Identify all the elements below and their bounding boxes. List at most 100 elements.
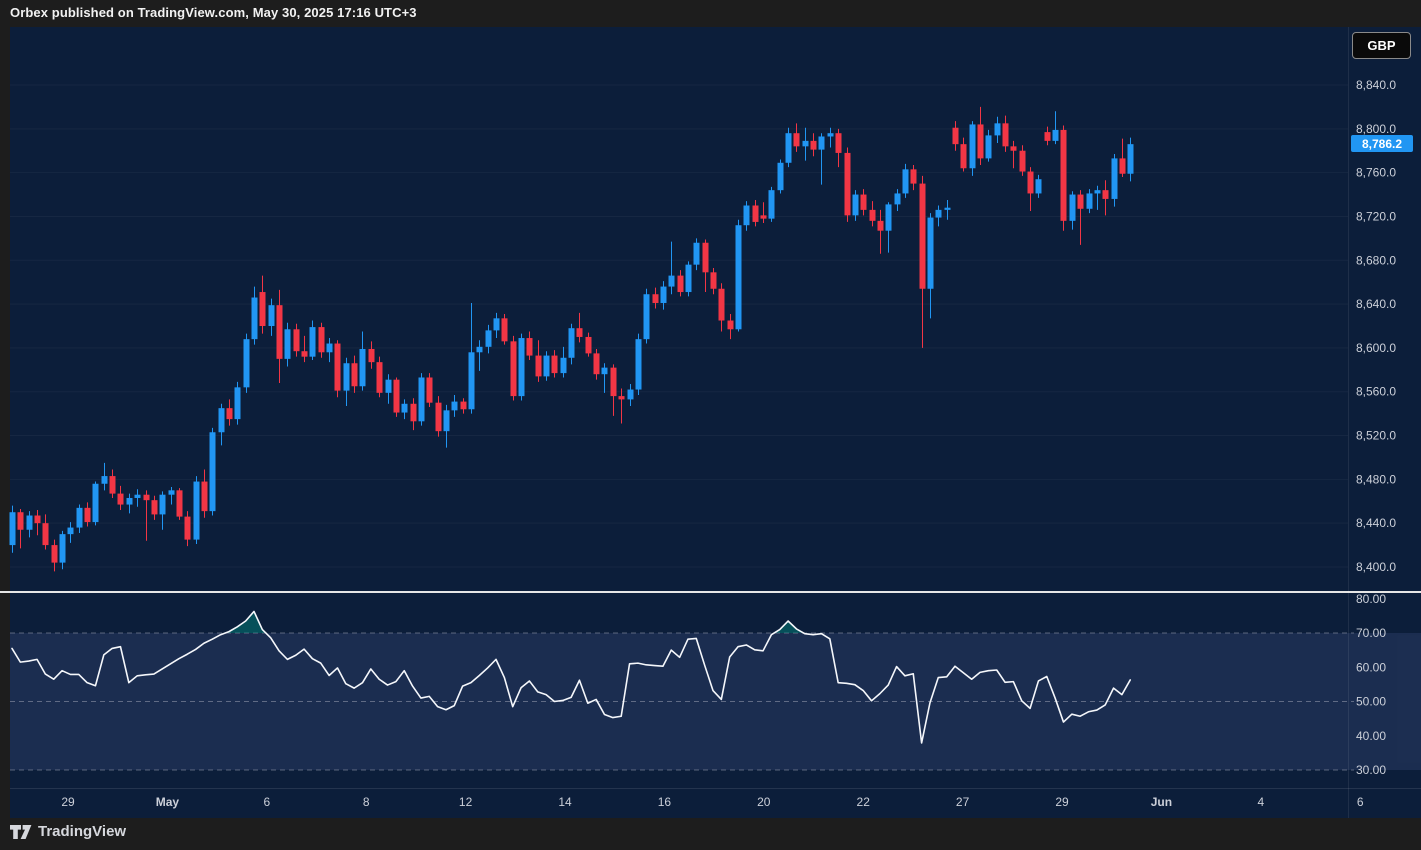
price-tick-label: 8,480.0 [1356,472,1396,486]
price-tick-label: 8,560.0 [1356,385,1396,399]
date-tick-label: 4 [1257,795,1264,809]
rsi-band [10,633,1421,770]
candle-body [310,327,316,357]
candle-body [511,341,517,396]
candle-body [402,404,408,413]
candle-body [369,349,375,362]
date-tick-label: 29 [61,795,75,809]
candle-body [519,338,525,396]
candle-body [853,195,859,216]
candle-body [52,545,58,563]
candle-body [669,276,675,287]
price-tick-label: 8,400.0 [1356,560,1396,574]
candle-body [586,337,592,353]
date-tick-label: May [156,795,180,809]
candle-body [269,305,275,326]
candle-body [386,380,392,393]
page: Orbex published on TradingView.com, May … [0,0,1421,850]
candle-body [1103,190,1109,199]
candle-body [845,153,851,215]
candle-body [970,124,976,168]
tradingview-logo[interactable]: TradingView [10,823,126,840]
candle-body [85,508,91,522]
candle-body [953,128,959,144]
candle-body [477,347,483,352]
candle-body [10,512,16,545]
candle-body [294,329,300,351]
candle-body [469,352,475,409]
candle-body [360,349,366,386]
candle-body [152,500,158,514]
candle-body [569,328,575,358]
candle-body [1045,132,1051,141]
candle-body [252,298,258,340]
candle-body [411,404,417,422]
candle-body [486,330,492,346]
rsi-tick-label: 50.00 [1356,695,1386,709]
price-tick-label: 8,680.0 [1356,253,1396,267]
candle-body [928,218,934,289]
rsi-tick-label: 30.00 [1356,763,1386,777]
candle-body [135,495,141,498]
candle-body [1128,144,1134,174]
candle-body [895,193,901,204]
candle-body [68,528,74,535]
candle-body [736,225,742,329]
candle-body [577,328,583,337]
candle-body [1070,195,1076,221]
candle-body [628,390,634,400]
candle-body [870,210,876,221]
candle-body [594,353,600,374]
symbol-currency-button[interactable]: GBP [1352,32,1411,59]
candle-body [945,208,951,210]
candle-body [728,321,734,330]
date-tick-label: 16 [658,795,672,809]
candle-body [18,512,24,530]
candle-body [461,402,467,410]
date-tick-label: 27 [956,795,970,809]
date-tick-label: 8 [363,795,370,809]
candle-body [1087,193,1093,208]
chart-area[interactable]: 8,840.08,800.08,760.08,720.08,680.08,640… [0,26,1421,818]
candle-body [419,377,425,421]
candle-body [719,289,725,321]
candle-body [1078,195,1084,209]
candle-body [427,377,433,402]
date-tick-label: 6 [263,795,270,809]
candle-body [1028,172,1034,194]
date-tick-label: 6 [1357,795,1364,809]
candle-body [285,329,291,359]
candle-body [636,339,642,389]
candle-body [552,356,558,374]
publish-caption: Orbex published on TradingView.com, May … [10,5,417,20]
date-tick-label: 22 [857,795,871,809]
candle-body [277,305,283,359]
candle-body [93,484,99,522]
candle-body [527,338,533,356]
candle-body [77,508,83,528]
rsi-tick-label: 60.00 [1356,660,1386,674]
candle-body [185,517,191,540]
rsi-tick-label: 70.00 [1356,626,1386,640]
candle-body [711,272,717,288]
candle-body [986,135,992,158]
candle-body [778,163,784,190]
candle-body [1112,158,1118,199]
candle-body [886,204,892,230]
candle-body [786,133,792,163]
rsi-tick-label: 80.00 [1356,592,1386,606]
candle-body [611,368,617,396]
candle-body [602,368,608,375]
chart-canvas[interactable]: 8,840.08,800.08,760.08,720.08,680.08,640… [0,26,1421,818]
price-tick-label: 8,600.0 [1356,341,1396,355]
candle-body [244,339,250,387]
date-tick-label: 29 [1055,795,1069,809]
candle-body [744,205,750,225]
candle-body [335,344,341,391]
candle-body [319,327,325,352]
candle-body [903,169,909,193]
candle-body [961,144,967,168]
price-tick-label: 8,840.0 [1356,78,1396,92]
candle-body [227,408,233,419]
date-tick-label: 20 [757,795,771,809]
